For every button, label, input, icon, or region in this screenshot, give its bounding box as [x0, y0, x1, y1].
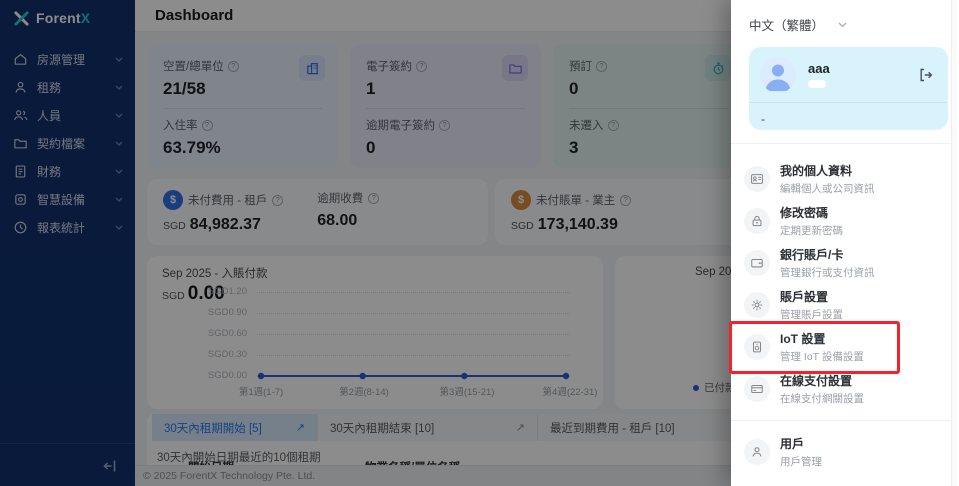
menu-item-title: 銀行賬戶/卡	[780, 246, 875, 263]
menu-item-subtitle: 定期更新密碼	[780, 223, 843, 238]
drawer-scrollbar[interactable]	[951, 0, 957, 486]
logout-icon[interactable]	[918, 67, 934, 83]
app-root: ForentX 房源管理 租務 人員 契約檔案	[0, 0, 959, 486]
menu-item-subtitle: 管理 IoT 設備設置	[780, 349, 864, 364]
user-icon	[744, 439, 770, 465]
divider	[731, 420, 953, 421]
account-drawer: 中文（繁體） aaa -	[731, 0, 959, 486]
user-role-badge	[808, 80, 826, 88]
iot-device-icon	[744, 334, 770, 360]
menu-item-title: 我的個人資料	[780, 162, 875, 179]
user-card[interactable]: aaa -	[749, 47, 948, 130]
lock-icon	[744, 208, 770, 234]
drawer-item-bank-card[interactable]: 銀行賬戶/卡 管理銀行或支付資訊	[731, 242, 953, 284]
account-menu: 我的個人資料 編輯個人或公司資訊 修改密碼 定期更新密碼 銀行賬戶/卡 管理銀行…	[731, 143, 953, 473]
drawer-item-iot-settings[interactable]: IoT 設置 管理 IoT 設備設置	[731, 326, 953, 368]
menu-item-subtitle: 管理賬戶設置	[780, 307, 843, 322]
menu-item-title: 在線支付設置	[780, 372, 864, 389]
credit-card-icon	[744, 376, 770, 402]
gear-icon	[744, 292, 770, 318]
menu-item-title: 修改密碼	[780, 204, 843, 221]
menu-item-title: 賬戶設置	[780, 288, 843, 305]
language-selector[interactable]: 中文（繁體）	[731, 0, 959, 34]
profile-card-icon	[744, 166, 770, 192]
drawer-item-online-payment[interactable]: 在線支付設置 在線支付網關設置	[731, 368, 953, 410]
user-meta: -	[749, 103, 948, 126]
menu-item-subtitle: 管理銀行或支付資訊	[780, 265, 875, 280]
user-name: aaa	[808, 61, 918, 76]
drawer-mask[interactable]	[0, 0, 731, 486]
chevron-down-icon	[838, 22, 847, 28]
menu-item-subtitle: 編輯個人或公司資訊	[780, 181, 875, 196]
menu-item-subtitle: 在線支付網關設置	[780, 391, 864, 406]
menu-item-title: 用戶	[780, 435, 822, 452]
language-label: 中文（繁體）	[749, 15, 824, 34]
drawer-item-profile[interactable]: 我的個人資料 編輯個人或公司資訊	[731, 158, 953, 200]
wallet-icon	[744, 250, 770, 276]
person-avatar-icon	[760, 57, 796, 93]
drawer-item-users[interactable]: 用戶 用戶管理	[731, 431, 953, 473]
drawer-item-change-password[interactable]: 修改密碼 定期更新密碼	[731, 200, 953, 242]
menu-item-title: IoT 設置	[780, 330, 864, 347]
menu-item-subtitle: 用戶管理	[780, 454, 822, 469]
drawer-item-account-settings[interactable]: 賬戶設置 管理賬戶設置	[731, 284, 953, 326]
